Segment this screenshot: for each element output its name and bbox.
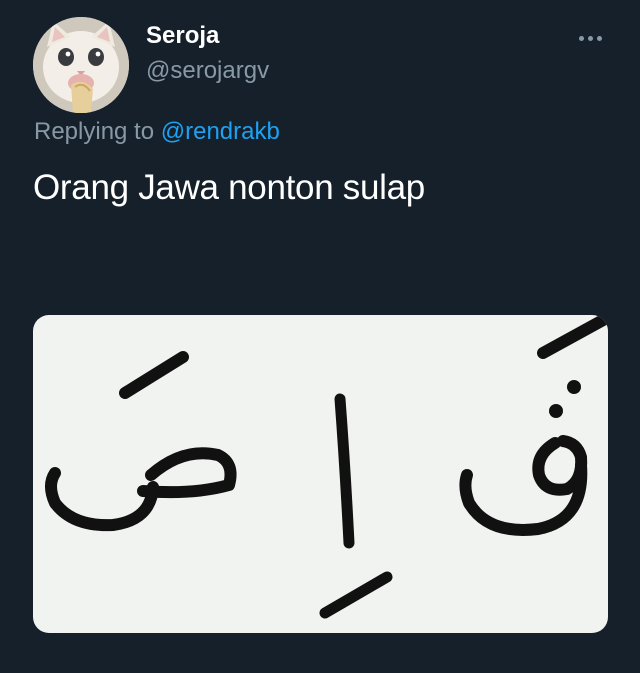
- more-horizontal-icon-dot: [587, 35, 593, 41]
- more-options-button[interactable]: [572, 28, 608, 48]
- qaf-dot: [567, 380, 581, 394]
- qaf-dot: [549, 404, 563, 418]
- display-name[interactable]: Seroja: [146, 22, 219, 50]
- replying-to-prefix: Replying to: [34, 118, 155, 145]
- tweet-card: Seroja @serojargv Replying to @rendrakb …: [0, 0, 640, 673]
- more-horizontal-icon-dot: [596, 35, 602, 41]
- tweet-image[interactable]: [33, 315, 608, 633]
- avatar[interactable]: [33, 17, 129, 113]
- letter-sad-fatha: [45, 351, 237, 532]
- reply-mention-link[interactable]: @rendrakb: [161, 118, 280, 145]
- more-horizontal-icon: [578, 35, 584, 41]
- replying-to-line: Replying to @rendrakb: [34, 118, 280, 146]
- user-handle[interactable]: @serojargv: [146, 57, 269, 85]
- letter-alif-kasra: [319, 393, 393, 619]
- arabic-letters-image: [45, 315, 608, 619]
- tweet-text: Orang Jawa nonton sulap: [33, 168, 425, 207]
- letter-qaf-fatha: [459, 315, 608, 536]
- cat-avatar-image: [33, 17, 129, 113]
